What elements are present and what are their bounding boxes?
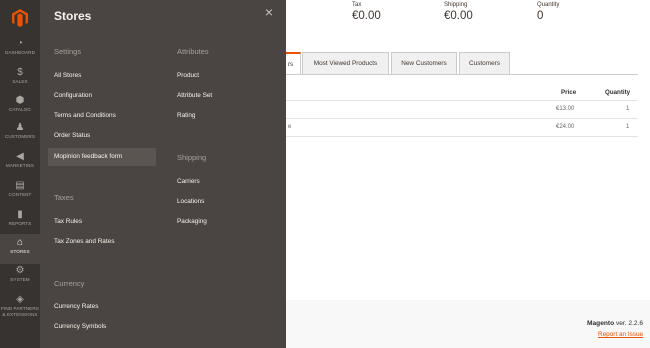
flyout-title: Stores	[54, 9, 92, 23]
nav-item-system[interactable]: ⚙ SYSTEM	[0, 264, 40, 292]
table-divider	[286, 118, 638, 119]
link-attribute-set[interactable]: Attribute Set	[177, 92, 212, 99]
table-cell-price: €24.00	[556, 124, 575, 130]
table-divider	[286, 100, 638, 101]
megaphone-icon: ◀	[16, 151, 24, 162]
content-icon: ▤	[15, 180, 25, 191]
nav-label: MARKETING	[5, 163, 35, 168]
tab-customers[interactable]: Customers	[459, 52, 510, 74]
stat-label-shipping: Shipping	[444, 2, 468, 8]
box-icon: ⬢	[15, 95, 25, 106]
nav-label: CATALOG	[9, 107, 31, 112]
nav-label: STORES	[10, 249, 30, 254]
link-tax-zones-and-rates[interactable]: Tax Zones and Rates	[54, 238, 114, 245]
nav-item-customers[interactable]: ♟ CUSTOMERS	[0, 121, 40, 149]
stat-value-quantity: 0	[537, 10, 544, 22]
nav-item-stores[interactable]: ⌂ STORES	[0, 234, 40, 264]
table-cell-price: €13.00	[556, 106, 575, 112]
magento-logo-icon[interactable]	[0, 0, 40, 36]
link-carriers[interactable]: Carriers	[177, 178, 200, 185]
table-divider	[286, 136, 638, 137]
nav-item-catalog[interactable]: ⬢ CATALOG	[0, 94, 40, 122]
nav-label: CONTENT	[8, 192, 32, 197]
magento-version: Magento ver. 2.2.6	[587, 320, 643, 327]
nav-item-sales[interactable]: $ SALES	[0, 66, 40, 94]
link-product[interactable]: Product	[177, 72, 199, 79]
column-header-price: Price	[561, 89, 577, 96]
person-icon: ♟	[15, 122, 25, 133]
nav-label: SALES	[12, 79, 28, 84]
section-title-taxes: Taxes	[54, 193, 74, 202]
section-title-settings: Settings	[54, 47, 82, 56]
nav-item-marketing[interactable]: ◀ MARKETING	[0, 150, 40, 178]
link-terms-and-conditions[interactable]: Terms and Conditions	[54, 112, 116, 119]
link-tax-rules[interactable]: Tax Rules	[54, 218, 82, 225]
section-title-currency: Currency	[54, 279, 85, 288]
bar-chart-icon: ▮	[17, 209, 23, 220]
dollar-icon: $	[17, 67, 23, 78]
storefront-icon: ⌂	[16, 237, 24, 248]
tab-most-viewed-products[interactable]: Most Viewed Products	[302, 52, 389, 74]
nav-label: REPORTS	[8, 221, 32, 226]
link-mopinion-feedback-form[interactable]: Mopinion feedback form	[48, 148, 156, 166]
gear-icon: ⚙	[15, 265, 25, 276]
nav-item-reports[interactable]: ▮ REPORTS	[0, 208, 40, 236]
link-packaging[interactable]: Packaging	[177, 218, 207, 225]
nav-label: DASHBOARD	[5, 50, 35, 55]
stat-value-shipping: €0.00	[444, 10, 473, 22]
link-currency-rates[interactable]: Currency Rates	[54, 303, 98, 310]
table-cell-product: e	[288, 124, 292, 130]
close-icon[interactable]: ×	[262, 5, 276, 19]
admin-sidebar: ◔ DASHBOARD $ SALES ⬢ CATALOG ♟ CUSTOMER…	[0, 0, 40, 348]
table-cell-quantity: 1	[626, 106, 630, 112]
link-configuration[interactable]: Configuration	[54, 92, 92, 99]
dashboard-icon: ◔	[16, 38, 24, 49]
tab-new-customers[interactable]: New Customers	[391, 52, 457, 74]
report-issue-link[interactable]: Report an Issue	[598, 331, 643, 338]
nav-label: CUSTOMERS	[4, 134, 36, 139]
magento-brand: Magento	[587, 320, 615, 327]
nav-label: & EXTENSIONS	[2, 312, 38, 317]
stores-flyout-panel: Stores × Settings All Stores Configurati…	[40, 0, 286, 348]
nav-item-dashboard[interactable]: ◔ DASHBOARD	[0, 37, 40, 65]
link-order-status[interactable]: Order Status	[54, 132, 90, 139]
tab-bestsellers[interactable]: rs	[286, 52, 301, 74]
link-rating[interactable]: Rating	[177, 112, 195, 119]
link-currency-symbols[interactable]: Currency Symbols	[54, 323, 106, 330]
section-title-attributes: Attributes	[177, 47, 209, 56]
nav-label: SYSTEM	[10, 277, 30, 282]
section-title-shipping: Shipping	[177, 153, 207, 162]
link-locations[interactable]: Locations	[177, 198, 204, 205]
tabs-divider	[286, 74, 638, 75]
link-all-stores[interactable]: All Stores	[54, 72, 81, 79]
table-cell-quantity: 1	[626, 124, 630, 130]
stat-label-tax: Tax	[352, 2, 362, 8]
version-number: ver. 2.2.6	[614, 320, 644, 327]
nav-item-content[interactable]: ▤ CONTENT	[0, 179, 40, 207]
cube-icon: ◈	[16, 294, 24, 305]
stat-label-quantity: Quantity	[537, 2, 560, 8]
column-header-quantity: Quantity	[605, 89, 631, 96]
nav-item-find-partners[interactable]: ◈ FIND PARTNERS & EXTENSIONS	[0, 293, 40, 325]
stat-value-tax: €0.00	[352, 10, 381, 22]
